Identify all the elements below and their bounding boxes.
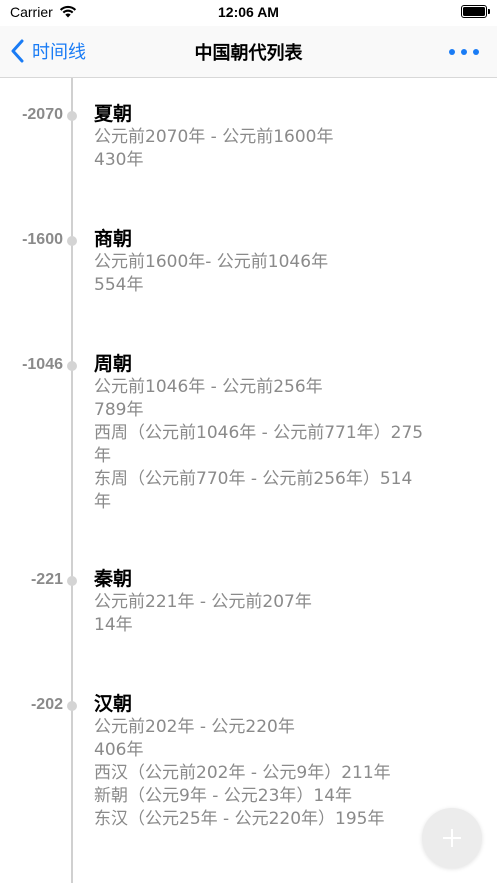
status-bar: Carrier 12:06 AM bbox=[0, 0, 497, 26]
entry-duration: 430年 bbox=[94, 150, 144, 170]
entry-period: 公元前1046年 - 公元前256年 bbox=[94, 377, 323, 397]
battery-icon bbox=[461, 5, 490, 18]
entry-sub-period: 西周（公元前1046年 - 公元前771年）275 bbox=[94, 423, 424, 443]
entry-year: -1600 bbox=[22, 231, 63, 248]
entry-sub-period: 东周（公元前770年 - 公元前256年）514 bbox=[94, 469, 413, 489]
add-button[interactable] bbox=[422, 808, 482, 868]
entry-period: 公元前1600年- 公元前1046年 bbox=[94, 252, 329, 272]
timeline-line bbox=[71, 78, 73, 883]
entry-title: 周朝 bbox=[94, 353, 133, 375]
entry-period: 公元前221年 - 公元前207年 bbox=[94, 592, 312, 612]
entry-sub-period: 东汉（公元25年 - 公元220年）195年 bbox=[94, 809, 385, 829]
status-time: 12:06 AM bbox=[218, 4, 279, 20]
entry-body: 秦朝 公元前221年 - 公元前207年 14年 bbox=[94, 567, 474, 637]
dynasty-timeline[interactable]: -2070 夏朝 公元前2070年 - 公元前1600年 430年 -1600 … bbox=[0, 78, 497, 883]
navigation-bar: 时间线 中国朝代列表 bbox=[0, 26, 497, 78]
timeline-dot bbox=[67, 361, 77, 371]
entry-sub-period: 新朝（公元9年 - 公元23年）14年 bbox=[94, 786, 353, 806]
timeline-dot bbox=[67, 111, 77, 121]
plus-icon bbox=[443, 829, 461, 847]
entry-duration: 789年 bbox=[94, 400, 144, 420]
entry-body: 夏朝 公元前2070年 - 公元前1600年 430年 bbox=[94, 102, 474, 172]
entry-title: 秦朝 bbox=[94, 568, 133, 590]
entry-year: -1046 bbox=[22, 356, 63, 373]
entry-title: 商朝 bbox=[94, 228, 133, 250]
entry-title: 汉朝 bbox=[94, 693, 133, 715]
timeline-dot bbox=[67, 576, 77, 586]
entry-sub-period: 年 bbox=[94, 446, 111, 466]
entry-body: 周朝 公元前1046年 - 公元前256年 789年 西周（公元前1046年 -… bbox=[94, 352, 474, 514]
more-dot-icon bbox=[473, 49, 479, 55]
timeline-dot bbox=[67, 236, 77, 246]
entry-period: 公元前2070年 - 公元前1600年 bbox=[94, 127, 334, 147]
page-title: 中国朝代列表 bbox=[194, 43, 303, 64]
app-screen: Carrier 12:06 AM 时间线 中国朝代列表 -2070 夏朝 公元前… bbox=[0, 0, 497, 883]
entry-duration: 14年 bbox=[94, 615, 133, 635]
more-options-button[interactable] bbox=[449, 44, 479, 60]
entry-title: 夏朝 bbox=[94, 103, 133, 125]
timeline-dot bbox=[67, 701, 77, 711]
entry-period: 公元前202年 - 公元220年 bbox=[94, 717, 295, 737]
entry-body: 汉朝 公元前202年 - 公元220年 406年 西汉（公元前202年 - 公元… bbox=[94, 692, 474, 831]
entry-year: -2070 bbox=[22, 106, 63, 123]
more-dot-icon bbox=[449, 49, 455, 55]
entry-duration: 406年 bbox=[94, 740, 144, 760]
entry-year: -202 bbox=[30, 696, 63, 713]
entry-duration: 554年 bbox=[94, 275, 144, 295]
entry-year: -221 bbox=[30, 571, 63, 588]
entry-sub-period: 年 bbox=[94, 492, 111, 512]
entry-sub-period: 西汉（公元前202年 - 公元9年）211年 bbox=[94, 763, 391, 783]
more-dot-icon bbox=[461, 49, 467, 55]
entry-body: 商朝 公元前1600年- 公元前1046年 554年 bbox=[94, 227, 474, 297]
